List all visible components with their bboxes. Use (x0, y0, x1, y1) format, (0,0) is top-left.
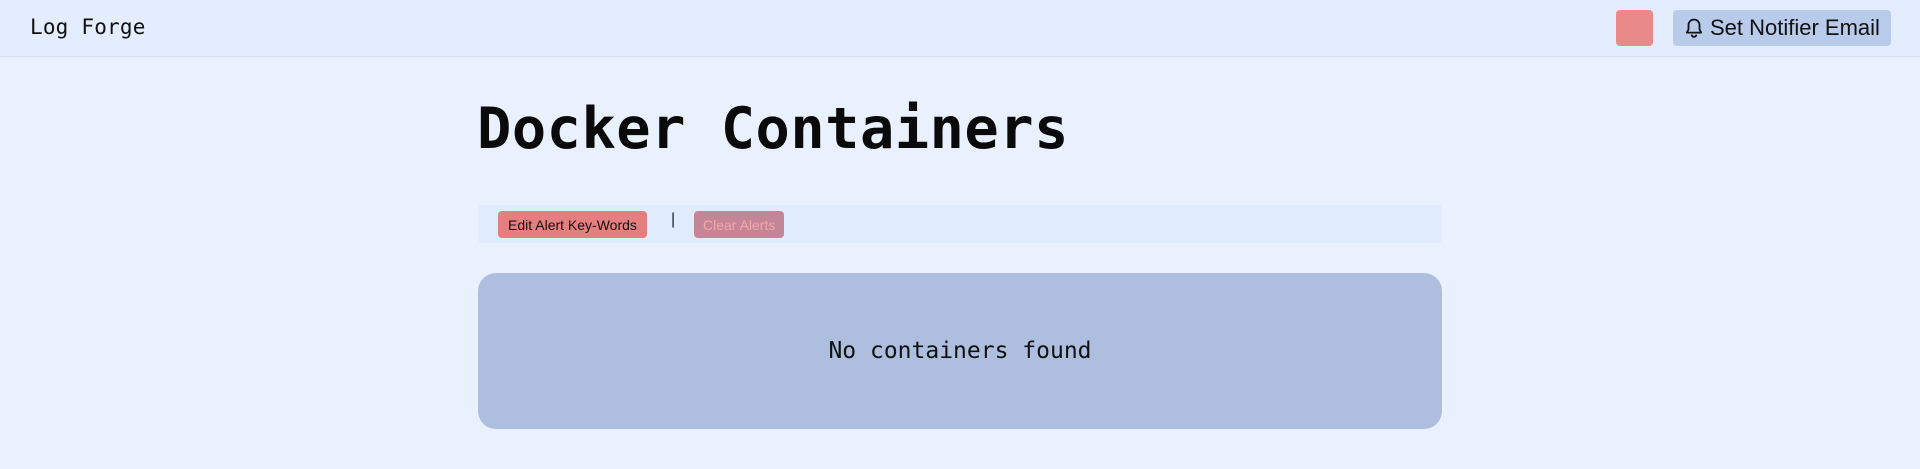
status-indicator-button[interactable] (1616, 10, 1653, 46)
page-title: Docker Containers (477, 96, 1069, 162)
set-notifier-email-label: Set Notifier Email (1710, 15, 1880, 40)
set-notifier-email-button[interactable]: Set Notifier Email (1673, 10, 1891, 46)
containers-panel: No containers found (478, 273, 1442, 429)
empty-state-message: No containers found (828, 338, 1092, 364)
clear-alerts-button[interactable]: Clear Alerts (694, 211, 785, 238)
top-navbar: Log Forge Set Notifier Email (0, 0, 1920, 57)
alert-toolbar: Edit Alert Key-Words | Clear Alerts (478, 205, 1442, 243)
edit-alert-keywords-button[interactable]: Edit Alert Key-Words (498, 211, 647, 238)
app-brand[interactable]: Log Forge (30, 15, 146, 39)
toolbar-separator: | (671, 211, 676, 228)
bell-icon (1684, 17, 1704, 39)
